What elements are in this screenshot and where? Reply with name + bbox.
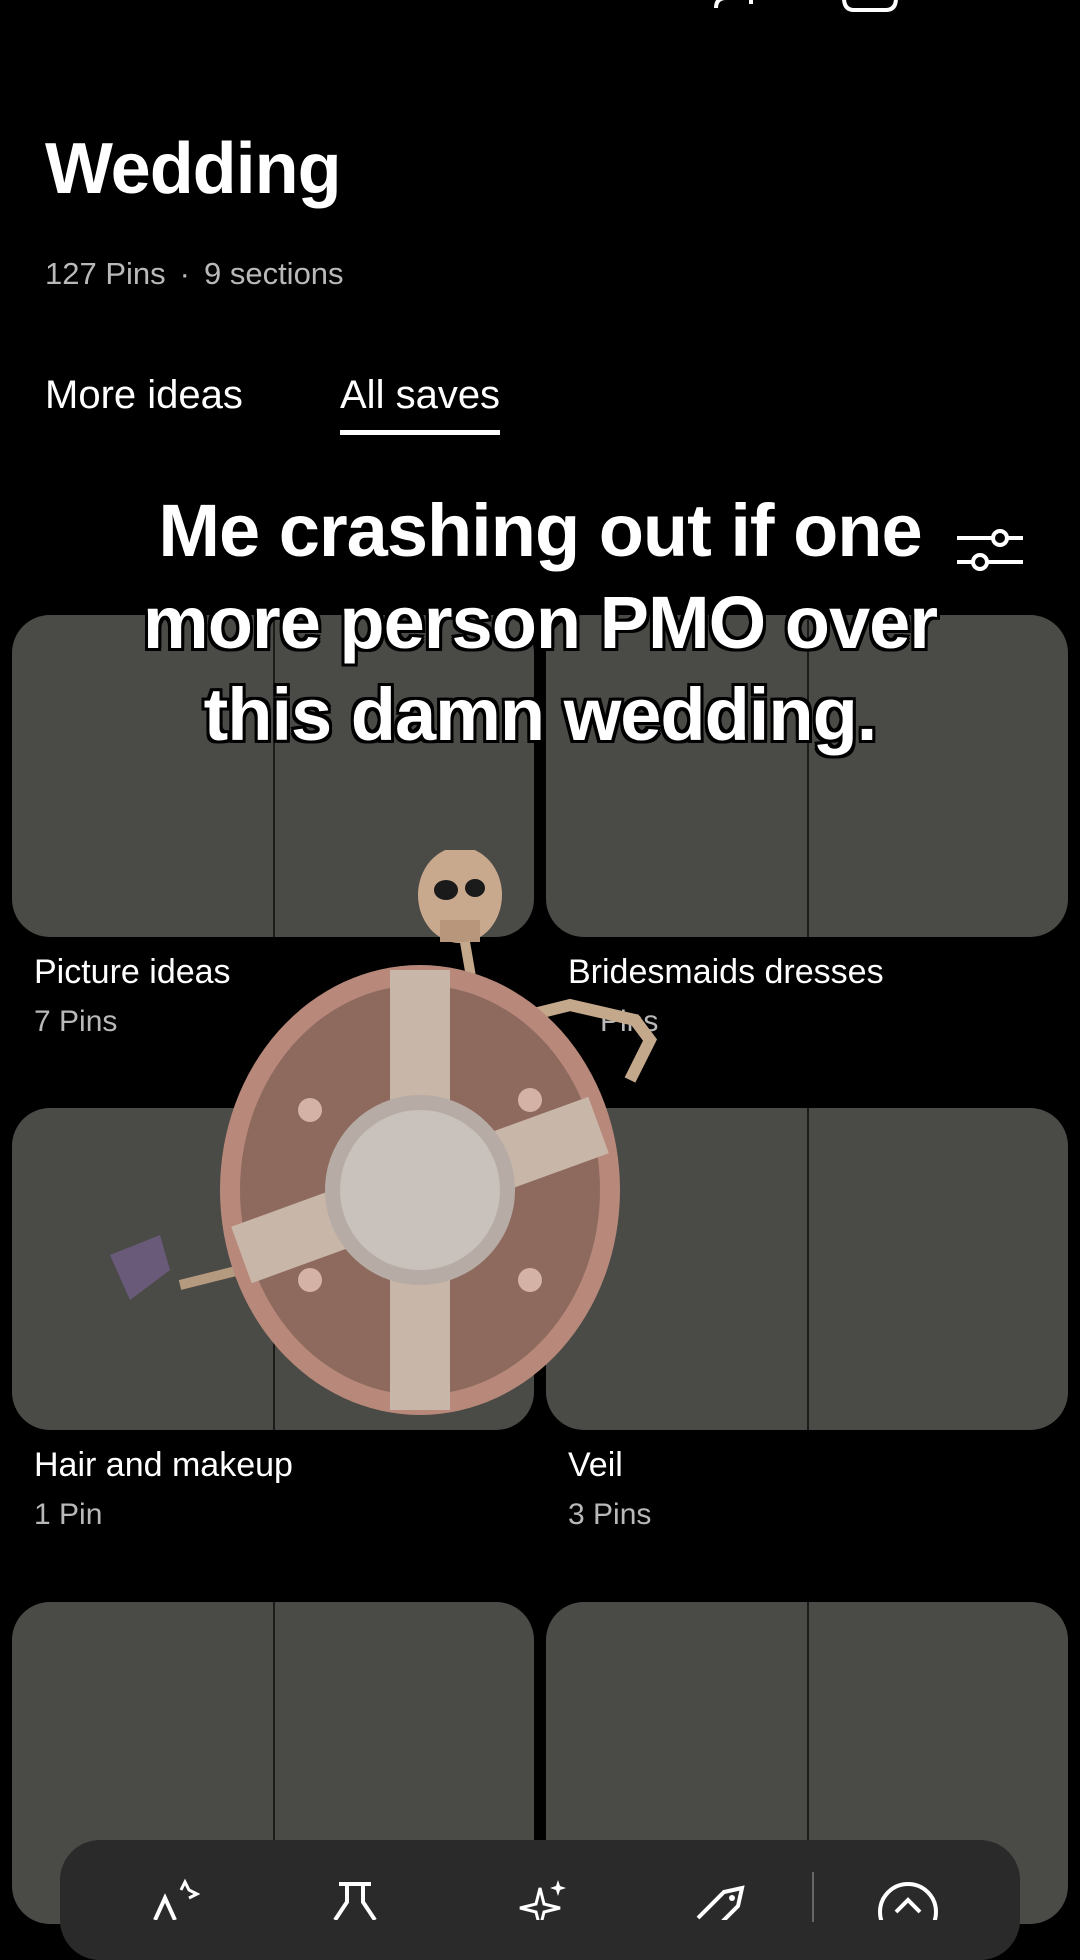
- toolbar-divider: [812, 1872, 814, 1922]
- sparkle-icon[interactable]: [510, 1878, 570, 1920]
- upload-icon[interactable]: [878, 1878, 938, 1920]
- board-title: Wedding: [45, 129, 342, 209]
- more-options-icon[interactable]: [840, 0, 900, 18]
- meme-caption: Me crashing out if one more person PMO o…: [142, 489, 938, 756]
- section-title: Veil: [568, 1446, 623, 1484]
- card-divider: [807, 1108, 809, 1430]
- section-count: 1 Pin: [34, 1498, 103, 1531]
- tab-more-ideas[interactable]: More ideas: [45, 373, 243, 418]
- section-title: Hair and makeup: [34, 1446, 293, 1484]
- section-count: 3 Pins: [568, 1498, 652, 1531]
- skeleton-shield-sticker: [110, 850, 658, 1415]
- lab-icon[interactable]: [325, 1878, 385, 1920]
- tab-all-saves[interactable]: All saves: [340, 373, 501, 435]
- add-person-icon[interactable]: [712, 0, 762, 20]
- tag-icon[interactable]: [690, 1878, 750, 1920]
- chevron-left-icon[interactable]: [70, 0, 110, 10]
- board-meta: 127 Pins · 9 sections: [45, 256, 344, 292]
- meta-separator: ·: [179, 256, 190, 291]
- pins-count: 127 Pins: [45, 256, 166, 291]
- top-bar: [0, 0, 1080, 40]
- sections-count: 9 sections: [203, 256, 344, 291]
- organize-icon[interactable]: [145, 1878, 205, 1920]
